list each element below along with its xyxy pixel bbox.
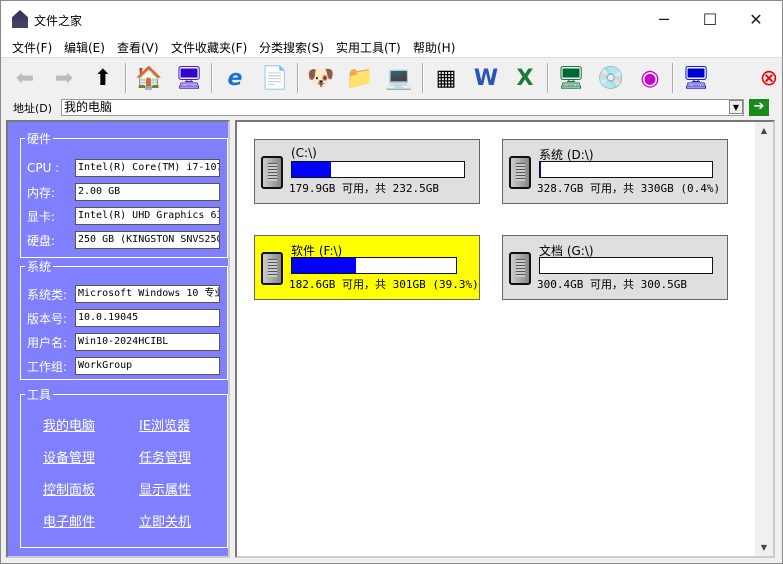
usage-fill [292, 258, 357, 273]
memory-label: 内存: [27, 185, 56, 200]
menu-edit[interactable]: 编辑(E) [64, 39, 105, 56]
drive-info: 182.6GB 可用，共 301GB (39.3%) [289, 278, 479, 291]
usage-bar [291, 257, 457, 274]
scroll-up-icon[interactable]: ▲ [755, 122, 773, 139]
desktop-monitor-icon[interactable]: 🖥 [173, 62, 205, 94]
tools-group: 工具 我的电脑 IE浏览器 设备管理 任务管理 控制面板 显示属性 电子邮件 立… [20, 386, 228, 548]
usage-fill [292, 162, 331, 177]
version-field[interactable]: 10.0.19045 [75, 309, 220, 327]
vertical-scrollbar[interactable]: ▲ ▼ [755, 122, 773, 556]
toolbar: ⬅ ➡ ⬆ 🏠 🖥 e 📄 🐶 📁 💻 ▦ W X 🖥 💿 ◉ 🖥 ⊗ [1, 57, 782, 97]
home-icon[interactable]: 🏠 [133, 62, 165, 94]
drive-item[interactable]: 系统 (D:\) 328.7GB 可用，共 330GB (0.4%) [502, 139, 728, 204]
app-house-icon [12, 10, 28, 28]
close-button[interactable]: ✕ [733, 5, 779, 35]
maximize-button[interactable]: ☐ [687, 5, 733, 35]
display-properties-icon[interactable]: 🖥 [555, 62, 587, 94]
shutdown-icon[interactable]: ⊗ [753, 62, 783, 94]
menu-bar: 文件(F) 编辑(E) 查看(V) 文件收藏夹(F) 分类搜索(S) 实用工具(… [1, 39, 782, 57]
link-ie-browser[interactable]: IE浏览器 [139, 415, 190, 434]
disk-field[interactable]: 250 GB (KINGSTON SNVS250 [75, 231, 220, 249]
usage-bar [539, 257, 713, 274]
drive-info: 300.4GB 可用，共 300.5GB [537, 278, 687, 291]
hard-drive-icon [509, 156, 531, 189]
back-arrow-icon[interactable]: ⬅ [9, 62, 41, 94]
link-device-manager[interactable]: 设备管理 [43, 447, 95, 466]
gpu-label: 显卡: [27, 209, 56, 224]
menu-search[interactable]: 分类搜索(S) [259, 39, 324, 56]
drive-info: 328.7GB 可用，共 330GB (0.4%) [537, 182, 721, 195]
os-label: 系统类: [27, 287, 68, 302]
cpu-label: CPU : [27, 161, 60, 175]
address-input[interactable]: 我的电脑 [61, 99, 744, 116]
hard-drive-icon [261, 252, 283, 285]
cd-drive-icon[interactable]: 💿 [595, 62, 627, 94]
hardware-group: 硬件 CPU : Intel(R) Core(TM) i7-107 内存: 2.00… [20, 130, 228, 258]
go-button[interactable]: ➔ [749, 99, 769, 116]
drive-name: (C:\) [291, 146, 317, 160]
system-group: 系统 系统类: Microsoft Windows 10 专业 版本号: 10.0.… [20, 258, 228, 380]
dog-search-icon[interactable]: 🐶 [305, 62, 337, 94]
drive-item[interactable]: 文档 (G:\) 300.4GB 可用，共 300.5GB [502, 235, 728, 300]
hard-drive-icon [261, 156, 283, 189]
menu-file[interactable]: 文件(F) [12, 39, 52, 56]
link-task-manager[interactable]: 任务管理 [139, 447, 191, 466]
notepad-icon[interactable]: 📄 [259, 62, 291, 94]
username-label: 用户名: [27, 335, 68, 350]
username-field[interactable]: Win10-2024HCIBL [75, 333, 220, 351]
computer-icon[interactable]: 💻 [383, 62, 415, 94]
screensaver-monitor-icon[interactable]: 🖥 [680, 62, 712, 94]
link-control-panel[interactable]: 控制面板 [43, 479, 95, 498]
link-email[interactable]: 电子邮件 [43, 511, 95, 530]
workgroup-field[interactable]: WorkGroup [75, 357, 220, 375]
registry-icon[interactable]: ▦ [430, 62, 462, 94]
address-label: 地址(D) [13, 102, 53, 115]
hardware-legend: 硬件 [27, 132, 52, 146]
memory-field[interactable]: 2.00 GB [75, 183, 220, 201]
info-panel: 硬件 CPU : Intel(R) Core(TM) i7-107 内存: 2.00… [6, 120, 230, 558]
cpu-field[interactable]: Intel(R) Core(TM) i7-107 [75, 159, 220, 177]
minimize-button[interactable]: ─ [641, 5, 687, 35]
menu-help[interactable]: 帮助(H) [413, 39, 455, 56]
address-dropdown-icon[interactable]: ▼ [729, 100, 743, 114]
link-display-properties[interactable]: 显示属性 [139, 479, 191, 498]
word-icon[interactable]: W [470, 62, 502, 94]
folder-icon[interactable]: 📁 [344, 62, 376, 94]
menu-view[interactable]: 查看(V) [117, 39, 159, 56]
internet-explorer-icon[interactable]: e [219, 62, 251, 94]
forward-arrow-icon[interactable]: ➡ [48, 62, 80, 94]
link-shutdown[interactable]: 立即关机 [139, 511, 191, 530]
drive-list-panel: (C:\) 179.9GB 可用，共 232.5GB 系统 (D:\) 328.… [235, 120, 775, 558]
address-bar: 地址(D) 我的电脑 ▼ ➔ [1, 98, 782, 118]
usage-bar [291, 161, 465, 178]
system-legend: 系统 [27, 260, 52, 274]
title-bar: 文件之家 ─ ☐ ✕ [1, 1, 782, 39]
excel-icon[interactable]: X [509, 62, 541, 94]
scroll-down-icon[interactable]: ▼ [755, 539, 773, 556]
disk-label: 硬盘: [27, 233, 56, 248]
color-wheel-icon[interactable]: ◉ [634, 62, 666, 94]
hard-drive-icon [509, 252, 531, 285]
os-field[interactable]: Microsoft Windows 10 专业 [75, 285, 220, 303]
gpu-field[interactable]: Intel(R) UHD Graphics 63 [75, 207, 220, 225]
drive-info: 179.9GB 可用，共 232.5GB [289, 182, 439, 195]
workgroup-label: 工作组: [27, 359, 68, 374]
tools-legend: 工具 [27, 388, 52, 402]
drive-item[interactable]: (C:\) 179.9GB 可用，共 232.5GB [254, 139, 480, 204]
up-arrow-icon[interactable]: ⬆ [87, 62, 119, 94]
usage-bar [539, 161, 713, 178]
window-title: 文件之家 [34, 14, 83, 28]
link-my-computer[interactable]: 我的电脑 [43, 415, 95, 434]
menu-tools[interactable]: 实用工具(T) [336, 39, 401, 56]
drive-item[interactable]: 软件 (F:\) 182.6GB 可用，共 301GB (39.3%) [254, 235, 480, 300]
usage-fill [540, 162, 541, 177]
menu-favorites[interactable]: 文件收藏夹(F) [171, 39, 247, 56]
version-label: 版本号: [27, 311, 68, 326]
